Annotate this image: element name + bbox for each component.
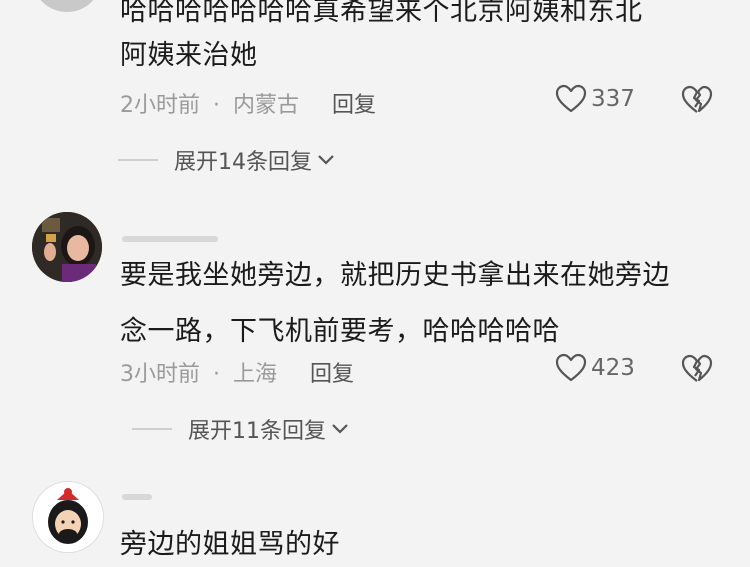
expand-divider bbox=[118, 159, 158, 161]
reply-button[interactable]: 回复 bbox=[332, 93, 376, 118]
expand-replies-button[interactable]: 展开14条回复 bbox=[118, 144, 336, 176]
meta-separator: · bbox=[213, 93, 220, 118]
avatar-image bbox=[32, 212, 102, 282]
comment-text: 要是我坐她旁边，就把历史书拿出来在她旁边 念一路，下飞机前要考，哈哈哈哈哈 bbox=[120, 254, 670, 354]
chevron-down-icon bbox=[318, 155, 334, 165]
comment-line: 阿姨来治她 bbox=[120, 40, 258, 71]
like-button[interactable]: 337 bbox=[555, 84, 635, 114]
comment-meta: 2小时前 · 内蒙古 回复 bbox=[120, 87, 376, 119]
comment-time: 2小时前 bbox=[120, 93, 200, 118]
heart-outline-icon bbox=[555, 84, 587, 113]
comment-location: 内蒙古 bbox=[233, 93, 300, 118]
expand-label: 展开14条回复 bbox=[174, 150, 312, 175]
broken-heart-icon bbox=[681, 354, 713, 382]
expand-replies-button[interactable]: 展开11条回复 bbox=[132, 413, 350, 445]
avatar[interactable] bbox=[32, 481, 104, 553]
dislike-button[interactable] bbox=[681, 354, 713, 388]
username-placeholder bbox=[122, 236, 218, 242]
username-placeholder bbox=[122, 494, 152, 500]
expand-divider bbox=[132, 428, 172, 430]
like-count: 337 bbox=[591, 86, 635, 112]
avatar[interactable] bbox=[32, 212, 102, 282]
comment-line: 哈哈哈哈哈哈哈真希望来个北京阿姨和东北 bbox=[120, 0, 643, 27]
comment-location: 上海 bbox=[233, 362, 278, 387]
avatar[interactable] bbox=[32, 0, 102, 12]
expand-label: 展开11条回复 bbox=[188, 419, 326, 444]
comment-time: 3小时前 bbox=[120, 362, 200, 387]
dislike-button[interactable] bbox=[681, 85, 713, 119]
meta-separator: · bbox=[213, 362, 220, 387]
comment-line: 旁边的姐姐骂的好 bbox=[120, 529, 340, 560]
like-button[interactable]: 423 bbox=[555, 353, 635, 383]
comment-line: 要是我坐她旁边，就把历史书拿出来在她旁边 bbox=[120, 260, 670, 291]
heart-outline-icon bbox=[555, 353, 587, 382]
comment-text: 哈哈哈哈哈哈哈真希望来个北京阿姨和东北 阿姨来治她 bbox=[120, 0, 643, 78]
like-count: 423 bbox=[591, 355, 635, 381]
reply-button[interactable]: 回复 bbox=[310, 362, 354, 387]
broken-heart-icon bbox=[681, 85, 713, 113]
chevron-down-icon bbox=[332, 424, 348, 434]
comment-text: 旁边的姐姐骂的好 bbox=[120, 523, 340, 567]
avatar-image bbox=[33, 482, 103, 552]
comment-line: 念一路，下飞机前要考，哈哈哈哈哈 bbox=[120, 316, 560, 347]
comment-meta: 3小时前 · 上海 回复 bbox=[120, 356, 354, 388]
